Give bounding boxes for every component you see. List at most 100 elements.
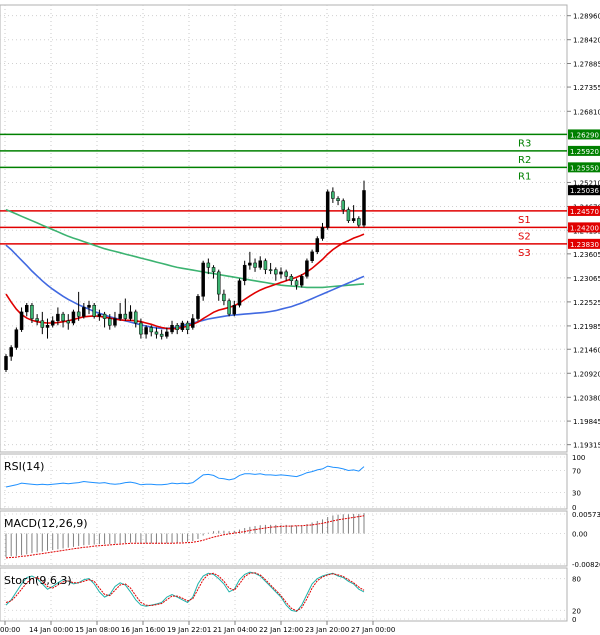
candle-body xyxy=(279,271,283,275)
candle-body xyxy=(201,262,205,297)
candle-body xyxy=(9,347,13,357)
candle-body xyxy=(216,271,221,295)
current-price-label: 1.25036 xyxy=(570,187,599,195)
candle-body xyxy=(56,313,60,322)
candle-body xyxy=(30,304,34,319)
price-tick-label: 1.26810 xyxy=(573,108,600,116)
level-price-label: 1.25920 xyxy=(570,148,599,156)
date-label: 23 Jan 20:00 xyxy=(305,626,349,634)
candle-body xyxy=(268,269,273,271)
candle-body xyxy=(310,251,314,261)
date-label: 19 Jan 22:01 xyxy=(167,626,211,634)
candle-body xyxy=(87,304,91,308)
candle-body xyxy=(305,260,309,277)
price-tick-label: 1.28420 xyxy=(573,37,600,45)
candle-body xyxy=(133,311,138,324)
candle-body xyxy=(50,320,55,326)
price-tick-label: 1.21985 xyxy=(573,323,600,331)
candle-body xyxy=(315,238,320,253)
candle-body xyxy=(362,190,366,226)
candle-body xyxy=(97,313,102,317)
date-label: 14 Jan 00:00 xyxy=(29,626,73,634)
candle-body xyxy=(336,198,340,201)
candle-body xyxy=(242,264,247,282)
indicator-name: MACD(12,26,9) xyxy=(4,517,88,530)
candle-body xyxy=(61,313,65,322)
level-price-label: 1.26290 xyxy=(570,131,599,139)
price-tick-label: 1.19315 xyxy=(573,442,600,450)
price-tick-label: 1.20380 xyxy=(573,394,600,402)
date-label: 16 Jan 16:00 xyxy=(121,626,165,634)
candle-body xyxy=(299,276,304,286)
candle-body xyxy=(341,200,345,210)
indicator-tick-label: 0.005731 xyxy=(572,511,600,519)
candle-body xyxy=(108,318,112,326)
candle-body xyxy=(258,260,262,268)
candle-body xyxy=(222,293,226,302)
date-label: 15 Jan 08:00 xyxy=(75,626,119,634)
level-label-s3: S3 xyxy=(518,248,531,259)
candle-body xyxy=(196,296,200,319)
candle-body xyxy=(82,307,86,317)
price-tick-label: 1.22525 xyxy=(573,299,600,307)
level-price-label: 1.24570 xyxy=(570,208,599,216)
forex-chart: 1.289601.284201.278851.273551.268101.252… xyxy=(0,0,600,635)
indicator-tick-label: -0.008266 xyxy=(572,561,600,569)
date-label: 27 Jan 00:00 xyxy=(351,626,395,634)
level-label-r2: R2 xyxy=(518,155,531,166)
candle-body xyxy=(66,320,71,324)
candle-body xyxy=(25,304,29,313)
level-price-label: 1.24200 xyxy=(570,224,599,232)
candle-body xyxy=(35,318,39,322)
date-label: 21 Jan 04:00 xyxy=(213,626,257,634)
stoch-panel: 80 200 Stoch(9,6,3) xyxy=(0,567,581,624)
rsi-panel: 10070300RSI(14) xyxy=(0,453,585,512)
level-label-s2: S2 xyxy=(518,231,531,242)
candle-body xyxy=(253,262,257,268)
candle-body xyxy=(102,313,107,319)
candle-body xyxy=(165,331,169,337)
candle-body xyxy=(45,324,50,328)
price-tick-label: 1.19845 xyxy=(573,418,600,426)
candle-body xyxy=(113,318,117,326)
candle-body xyxy=(4,356,8,370)
candle-body xyxy=(118,313,122,319)
level-label-r3: R3 xyxy=(518,138,531,149)
candle-body xyxy=(128,311,133,319)
candle-body xyxy=(206,262,211,268)
candle-body xyxy=(144,327,148,335)
candle-body xyxy=(248,262,252,266)
candle-body xyxy=(40,320,45,328)
candle-body xyxy=(284,271,288,277)
candle-body xyxy=(159,333,164,337)
price-tick-label: 1.27885 xyxy=(573,60,600,68)
indicator-tick-label: 0.00 xyxy=(572,531,588,539)
price-tick-label: 1.23605 xyxy=(573,251,600,259)
indicator-tick-label: 30 xyxy=(572,490,581,498)
candle-body xyxy=(289,276,294,282)
candle-body xyxy=(180,322,185,330)
candle-body xyxy=(123,313,128,319)
indicator-frame xyxy=(0,567,568,622)
candle-body xyxy=(263,260,268,270)
candle-body xyxy=(232,304,237,315)
candle-body xyxy=(71,311,76,324)
level-price-label: 1.23830 xyxy=(570,241,599,249)
candle-body xyxy=(191,318,195,328)
date-label: 22 Jan 12:00 xyxy=(259,626,303,634)
candle-body xyxy=(211,267,216,273)
price-panel-frame xyxy=(0,4,568,453)
indicator-name: RSI(14) xyxy=(4,460,44,473)
candle-body xyxy=(331,191,335,199)
indicator-tick-label: 0 xyxy=(572,616,576,624)
candle-body xyxy=(175,324,179,330)
candle-body xyxy=(76,311,81,317)
price-tick-label: 1.20920 xyxy=(573,370,600,378)
macd-panel: 0.005731 0.00 -0.008266 MACD(12,26,9) xyxy=(0,510,600,569)
indicator-tick-label: 80 xyxy=(572,576,581,584)
candle-body xyxy=(227,300,231,315)
candle-body xyxy=(325,191,330,228)
candle-body xyxy=(154,331,159,335)
candle-body xyxy=(346,209,351,221)
price-tick-label: 1.28960 xyxy=(573,13,600,21)
